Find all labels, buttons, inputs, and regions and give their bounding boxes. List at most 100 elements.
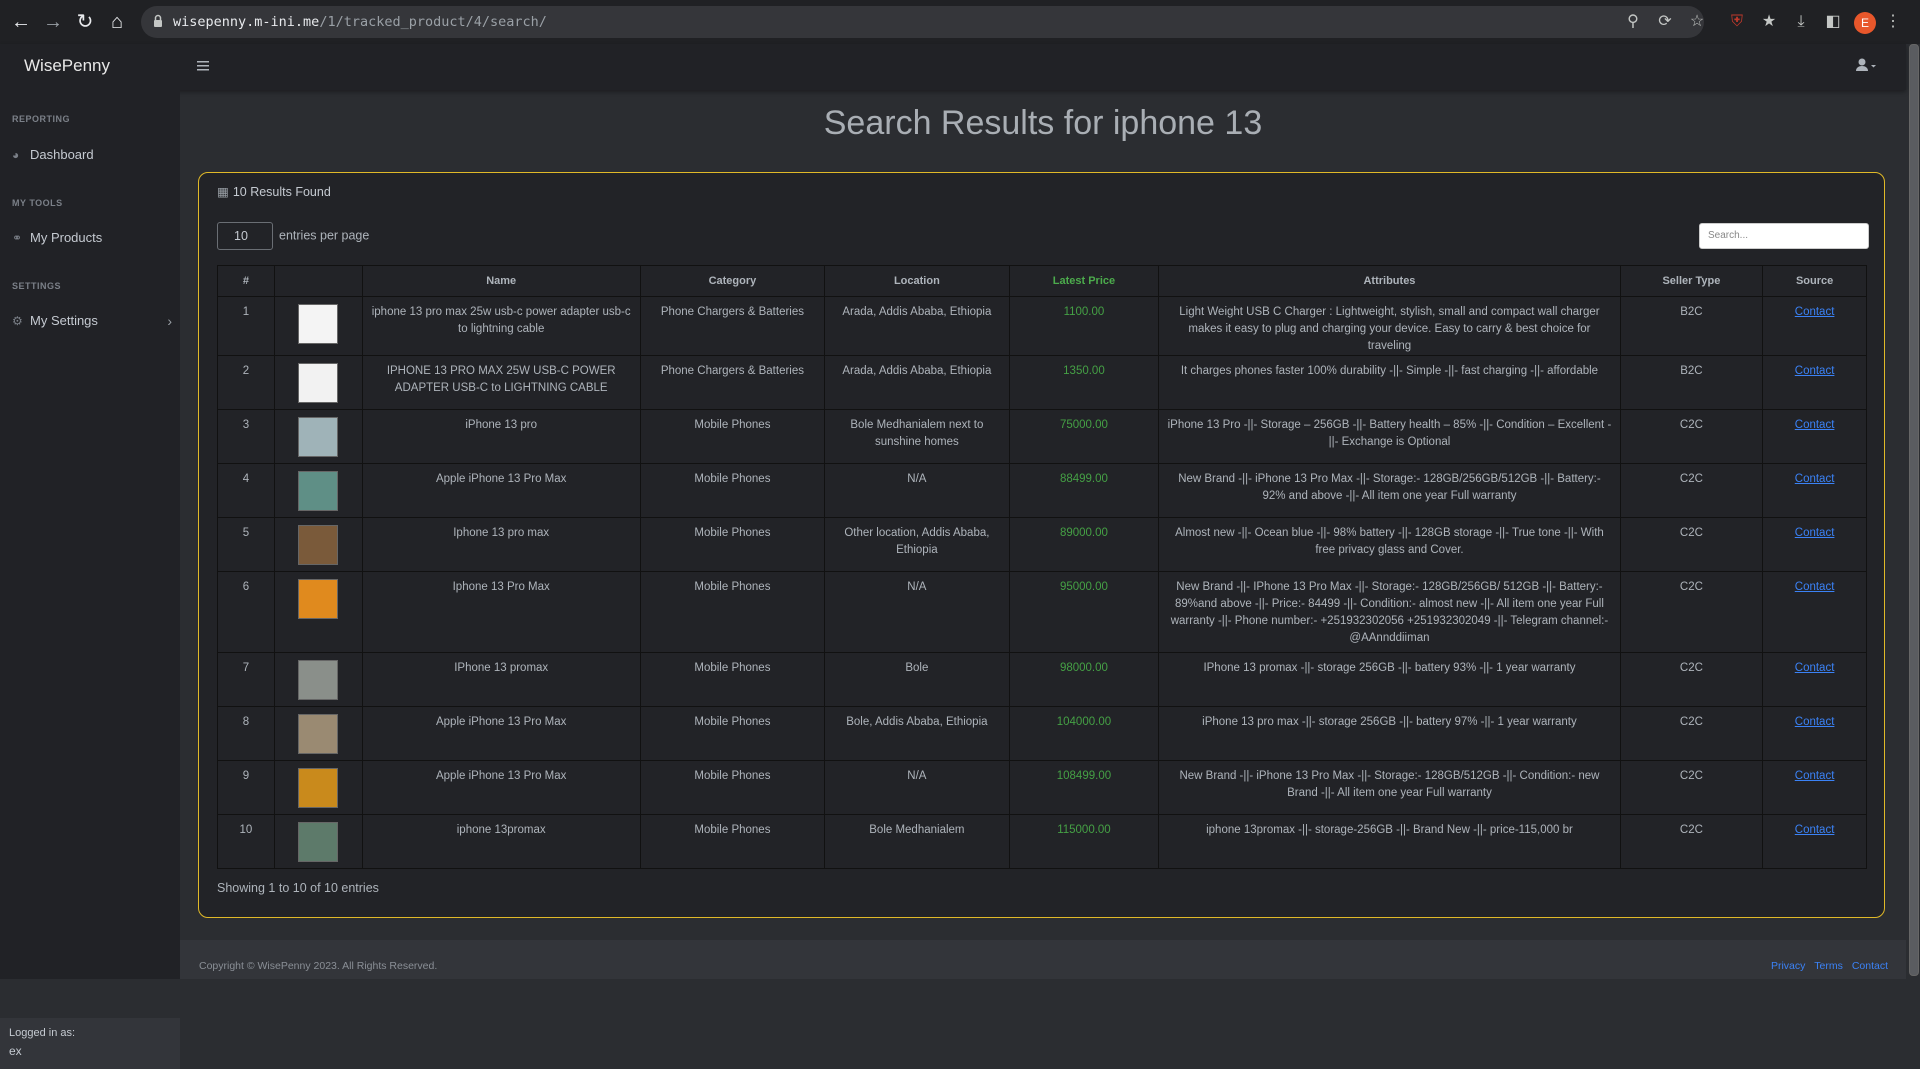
source-cell: Contact — [1762, 463, 1867, 518]
footer-link-terms[interactable]: Terms — [1814, 960, 1843, 972]
address-bar[interactable]: wisepenny.m-ini.me/1/tracked_product/4/s… — [141, 6, 1704, 38]
contact-link[interactable]: Contact — [1795, 824, 1835, 836]
contact-link[interactable]: Contact — [1795, 770, 1835, 782]
row-number: 6 — [217, 571, 275, 653]
col-header-location[interactable]: Location — [824, 265, 1010, 297]
row-number: 7 — [217, 652, 275, 707]
col-header-seller-type[interactable]: Seller Type — [1619, 265, 1764, 297]
product-thumbnail[interactable] — [298, 417, 339, 457]
scrollbar-thumb[interactable] — [1909, 44, 1919, 976]
footer-link-privacy[interactable]: Privacy — [1771, 960, 1805, 972]
product-thumbnail[interactable] — [298, 363, 339, 403]
entries-select[interactable]: 10 — [217, 222, 273, 250]
sidebar-item-label: My Settings — [30, 313, 98, 328]
product-category: Mobile Phones — [639, 409, 826, 464]
contact-link[interactable]: Contact — [1795, 473, 1835, 485]
side-panel-icon[interactable]: ◧ — [1822, 11, 1844, 33]
download-icon[interactable]: ⤓ — [1790, 11, 1812, 33]
product-name: Apple iPhone 13 Pro Max — [361, 760, 641, 815]
more-menu-icon[interactable]: ⋮ — [1882, 11, 1904, 33]
product-thumbnail-cell — [273, 571, 363, 653]
home-icon[interactable]: ⌂ — [104, 9, 130, 35]
contact-link[interactable]: Contact — [1795, 419, 1835, 431]
product-category: Phone Chargers & Batteries — [639, 296, 826, 356]
seller-type: C2C — [1619, 409, 1764, 464]
source-cell: Contact — [1762, 517, 1867, 572]
table-header-row: # Name Category Location Latest Price At… — [217, 265, 1867, 297]
col-header-source[interactable]: Source — [1762, 265, 1867, 297]
row-number: 10 — [217, 814, 275, 869]
share-icon[interactable]: ⟳ — [1654, 11, 1676, 33]
product-category: Mobile Phones — [639, 706, 826, 761]
results-count-text: 10 Results Found — [232, 185, 331, 199]
brand-logo[interactable]: WisePenny — [24, 44, 110, 88]
product-price: 95000.00 — [1008, 571, 1160, 653]
product-category: Mobile Phones — [639, 517, 826, 572]
product-category: Mobile Phones — [639, 652, 826, 707]
results-table: # Name Category Location Latest Price At… — [217, 265, 1867, 869]
product-thumbnail[interactable] — [298, 822, 339, 862]
contact-link[interactable]: Contact — [1795, 716, 1835, 728]
page-scrollbar[interactable] — [1906, 44, 1920, 979]
sidebar-item-dashboard[interactable]: ◕ Dashboard — [12, 145, 172, 165]
product-location: Bole, Addis Ababa, Ethiopia — [824, 706, 1010, 761]
extensions-icon[interactable]: ★ — [1758, 11, 1780, 33]
chevron-right-icon: › — [167, 313, 172, 329]
col-header-image[interactable] — [273, 265, 363, 297]
product-thumbnail[interactable] — [298, 660, 339, 700]
product-price: 108499.00 — [1008, 760, 1160, 815]
product-thumbnail[interactable] — [298, 579, 339, 619]
contact-link[interactable]: Contact — [1795, 527, 1835, 539]
back-icon[interactable]: ← — [8, 9, 34, 35]
bookmark-star-icon[interactable]: ☆ — [1686, 11, 1708, 33]
seller-type: C2C — [1619, 706, 1764, 761]
product-name: Apple iPhone 13 Pro Max — [361, 706, 641, 761]
col-header-name[interactable]: Name — [361, 265, 641, 297]
product-price: 104000.00 — [1008, 706, 1160, 761]
col-header-number[interactable]: # — [217, 265, 275, 297]
product-location: Other location, Addis Ababa, Ethiopia — [824, 517, 1010, 572]
table-row: 1 iphone 13 pro max 25w usb-c power adapt… — [217, 296, 1867, 356]
product-attributes: New Brand -||- iPhone 13 Pro Max -||- St… — [1158, 463, 1621, 518]
contact-link[interactable]: Contact — [1795, 365, 1835, 377]
col-header-latest-price[interactable]: Latest Price — [1008, 265, 1160, 297]
product-category: Mobile Phones — [639, 814, 826, 869]
ublock-icon[interactable]: ⛨ — [1726, 11, 1748, 33]
lock-icon — [154, 14, 162, 27]
seller-type: C2C — [1619, 517, 1764, 572]
contact-link[interactable]: Contact — [1795, 662, 1835, 674]
product-price: 89000.00 — [1008, 517, 1160, 572]
results-table-body: 1 iphone 13 pro max 25w usb-c power adapt… — [217, 296, 1867, 869]
product-category: Mobile Phones — [639, 571, 826, 653]
source-cell: Contact — [1762, 652, 1867, 707]
profile-avatar[interactable]: E — [1854, 12, 1876, 34]
user-menu[interactable] — [1855, 56, 1877, 76]
product-thumbnail[interactable] — [298, 525, 339, 565]
col-header-attributes[interactable]: Attributes — [1158, 265, 1621, 297]
product-thumbnail[interactable] — [298, 304, 339, 344]
forward-icon[interactable]: → — [40, 9, 66, 35]
sidebar-item-label: Dashboard — [30, 147, 94, 162]
reload-icon[interactable]: ↻ — [72, 9, 98, 35]
sidebar-item-my-settings[interactable]: ⚙ My Settings › — [12, 311, 172, 331]
product-thumbnail[interactable] — [298, 768, 339, 808]
dashboard-icon: ◕ — [12, 148, 20, 162]
entries-per-page: 10 entries per page — [217, 222, 369, 250]
source-cell: Contact — [1762, 571, 1867, 653]
copyright-text: Copyright © WisePenny 2023. All Rights R… — [199, 960, 438, 972]
contact-link[interactable]: Contact — [1795, 306, 1835, 318]
contact-link[interactable]: Contact — [1795, 581, 1835, 593]
logged-in-label: Logged in as: — [9, 1027, 76, 1039]
product-thumbnail[interactable] — [298, 471, 339, 511]
product-thumbnail[interactable] — [298, 714, 339, 754]
footer-link-contact[interactable]: Contact — [1852, 960, 1888, 972]
hamburger-menu-icon[interactable] — [197, 58, 209, 74]
col-header-category[interactable]: Category — [639, 265, 826, 297]
table-search-input[interactable]: Search... — [1699, 223, 1869, 249]
sidebar-item-my-products[interactable]: ⚭ My Products — [12, 228, 172, 248]
source-cell: Contact — [1762, 706, 1867, 761]
product-price: 115000.00 — [1008, 814, 1160, 869]
zoom-icon[interactable]: ⚲ — [1622, 11, 1644, 33]
product-name: iphone 13 pro max 25w usb-c power adapte… — [361, 296, 641, 356]
sidebar-heading-settings: SETTINGS — [12, 281, 62, 291]
